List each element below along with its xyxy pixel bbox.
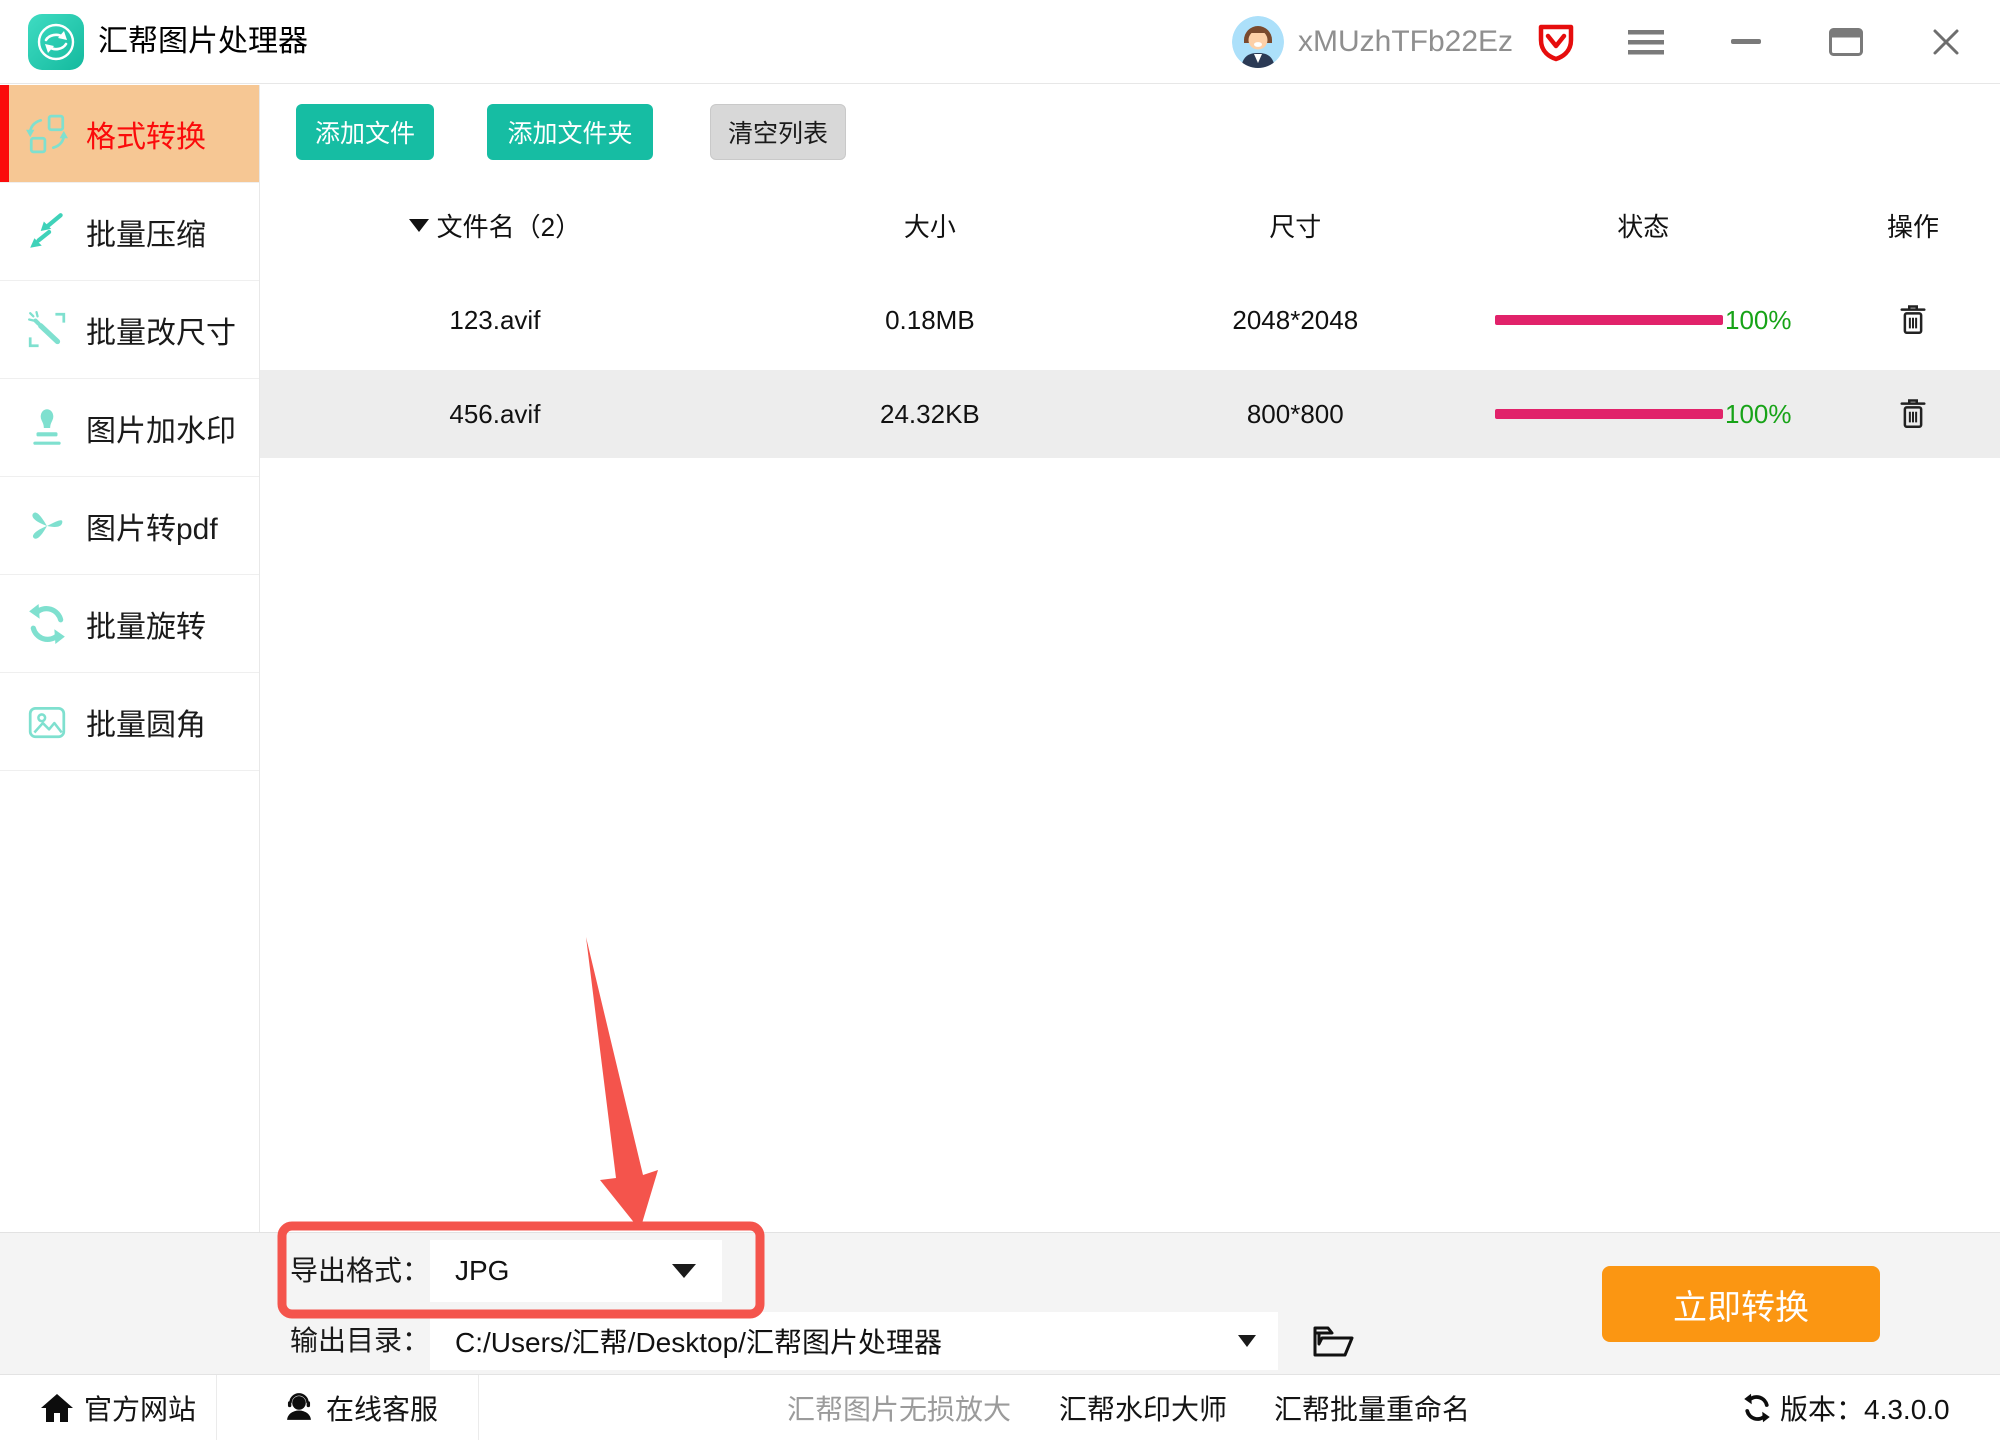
- minimize-button[interactable]: [1710, 0, 1782, 84]
- trash-icon: [1898, 302, 1928, 336]
- image-to-pdf-icon: [26, 505, 68, 547]
- file-name: 456.avif: [260, 399, 730, 430]
- version-info: 版本：4.3.0.0: [1742, 1375, 1950, 1440]
- sidebar-item-label: 批量压缩: [86, 210, 206, 254]
- folder-icon: [1311, 1320, 1357, 1362]
- titlebar: 汇帮图片处理器 xMUzhTFb22Ez: [0, 0, 2000, 84]
- chevron-down-icon: [672, 1264, 696, 1278]
- column-header-status: 状态: [1461, 207, 1826, 244]
- output-dir-label: 输出目录：: [290, 1312, 430, 1370]
- chevron-down-icon: [1238, 1335, 1256, 1347]
- table-row[interactable]: 456.avif 24.32KB 800*800 100%: [260, 370, 2000, 458]
- rounded-corner-image-icon: [26, 701, 68, 743]
- table-row[interactable]: 123.avif 0.18MB 2048*2048 100%: [260, 270, 2000, 370]
- close-button[interactable]: [1910, 0, 1982, 84]
- home-icon: [40, 1392, 74, 1424]
- vip-badge-icon[interactable]: [1534, 20, 1578, 64]
- column-header-size: 大小: [730, 207, 1130, 244]
- footer: 官方网站 在线客服 汇帮图片无损放大 汇帮水印大师 汇帮批量重命名 版: [0, 1374, 2000, 1440]
- file-dimensions: 2048*2048: [1130, 305, 1461, 336]
- export-format-select[interactable]: JPG: [430, 1240, 722, 1302]
- export-format-label: 导出格式：: [290, 1240, 430, 1302]
- batch-compress-icon: [26, 211, 68, 253]
- clear-list-button[interactable]: 清空列表: [710, 104, 846, 160]
- add-files-button[interactable]: 添加文件: [296, 104, 434, 160]
- sidebar-item-label: 格式转换: [86, 112, 206, 156]
- sidebar-item-image-to-pdf[interactable]: 图片转pdf: [0, 477, 259, 575]
- progress-bar: [1495, 315, 1723, 325]
- column-header-filename[interactable]: 文件名（2）: [260, 207, 730, 244]
- app-logo-icon: [28, 14, 84, 70]
- maximize-button[interactable]: [1810, 0, 1882, 84]
- output-dir-select[interactable]: C:/Users/汇帮/Desktop/汇帮图片处理器: [430, 1312, 1278, 1370]
- progress-bar: [1495, 409, 1723, 419]
- sidebar: 格式转换 批量压缩 批量改尺寸: [0, 85, 260, 1232]
- version-text: 版本：4.3.0.0: [1780, 1388, 1950, 1428]
- link-batch-rename[interactable]: 汇帮批量重命名: [1274, 1375, 1470, 1440]
- format-convert-icon: [26, 113, 68, 155]
- link-watermark-master[interactable]: 汇帮水印大师: [1059, 1375, 1227, 1440]
- footer-divider: [216, 1375, 217, 1440]
- progress-percent: 100%: [1725, 399, 1792, 430]
- sidebar-item-label: 批量旋转: [86, 602, 206, 646]
- file-size: 24.32KB: [730, 399, 1130, 430]
- file-status: 100%: [1461, 399, 1826, 430]
- add-folder-button[interactable]: 添加文件夹: [487, 104, 653, 160]
- column-header-action: 操作: [1826, 207, 2000, 244]
- convert-now-button[interactable]: 立即转换: [1602, 1266, 1880, 1342]
- delete-file-button[interactable]: [1894, 392, 1932, 437]
- file-table: 文件名（2） 大小 尺寸 状态 操作 123.avif 0.18MB 2048*…: [260, 180, 2000, 458]
- sidebar-item-watermark[interactable]: 图片加水印: [0, 379, 259, 477]
- file-dimensions: 800*800: [1130, 399, 1461, 430]
- sidebar-item-batch-rotate[interactable]: 批量旋转: [0, 575, 259, 673]
- sidebar-item-rounded-corners[interactable]: 批量圆角: [0, 673, 259, 771]
- batch-rotate-icon: [26, 603, 68, 645]
- column-header-dimensions: 尺寸: [1130, 207, 1461, 244]
- sidebar-item-label: 批量改尺寸: [86, 308, 236, 352]
- sidebar-item-format-convert[interactable]: 格式转换: [0, 85, 259, 183]
- sidebar-item-batch-compress[interactable]: 批量压缩: [0, 183, 259, 281]
- official-website-link[interactable]: 官方网站: [40, 1375, 196, 1440]
- app-window: 汇帮图片处理器 xMUzhTFb22Ez: [0, 0, 2000, 1440]
- username[interactable]: xMUzhTFb22Ez: [1298, 0, 1513, 84]
- output-dir-value: C:/Users/汇帮/Desktop/汇帮图片处理器: [455, 1321, 942, 1361]
- export-format-value: JPG: [455, 1255, 509, 1287]
- browse-folder-button[interactable]: [1306, 1316, 1362, 1368]
- watermark-stamp-icon: [26, 407, 68, 449]
- sidebar-item-label: 图片加水印: [86, 406, 236, 450]
- sidebar-item-label: 图片转pdf: [86, 504, 218, 548]
- file-name: 123.avif: [260, 305, 730, 336]
- app-title: 汇帮图片处理器: [98, 0, 308, 84]
- refresh-icon: [1742, 1393, 1772, 1423]
- customer-service-icon: [282, 1391, 316, 1425]
- file-status: 100%: [1461, 305, 1826, 336]
- menu-icon[interactable]: [1610, 0, 1682, 84]
- sidebar-item-batch-resize[interactable]: 批量改尺寸: [0, 281, 259, 379]
- highlight-arrow: [586, 937, 658, 1230]
- progress-percent: 100%: [1725, 305, 1792, 336]
- sort-descending-icon: [409, 219, 429, 232]
- sidebar-item-label: 批量圆角: [86, 700, 206, 744]
- online-service-link[interactable]: 在线客服: [282, 1375, 438, 1440]
- table-header: 文件名（2） 大小 尺寸 状态 操作: [260, 180, 2000, 270]
- footer-divider: [478, 1375, 479, 1440]
- batch-resize-icon: [26, 309, 68, 351]
- trash-icon: [1898, 396, 1928, 430]
- link-lossless-upscale[interactable]: 汇帮图片无损放大: [787, 1375, 1011, 1440]
- file-size: 0.18MB: [730, 305, 1130, 336]
- avatar[interactable]: [1232, 16, 1284, 68]
- delete-file-button[interactable]: [1894, 298, 1932, 343]
